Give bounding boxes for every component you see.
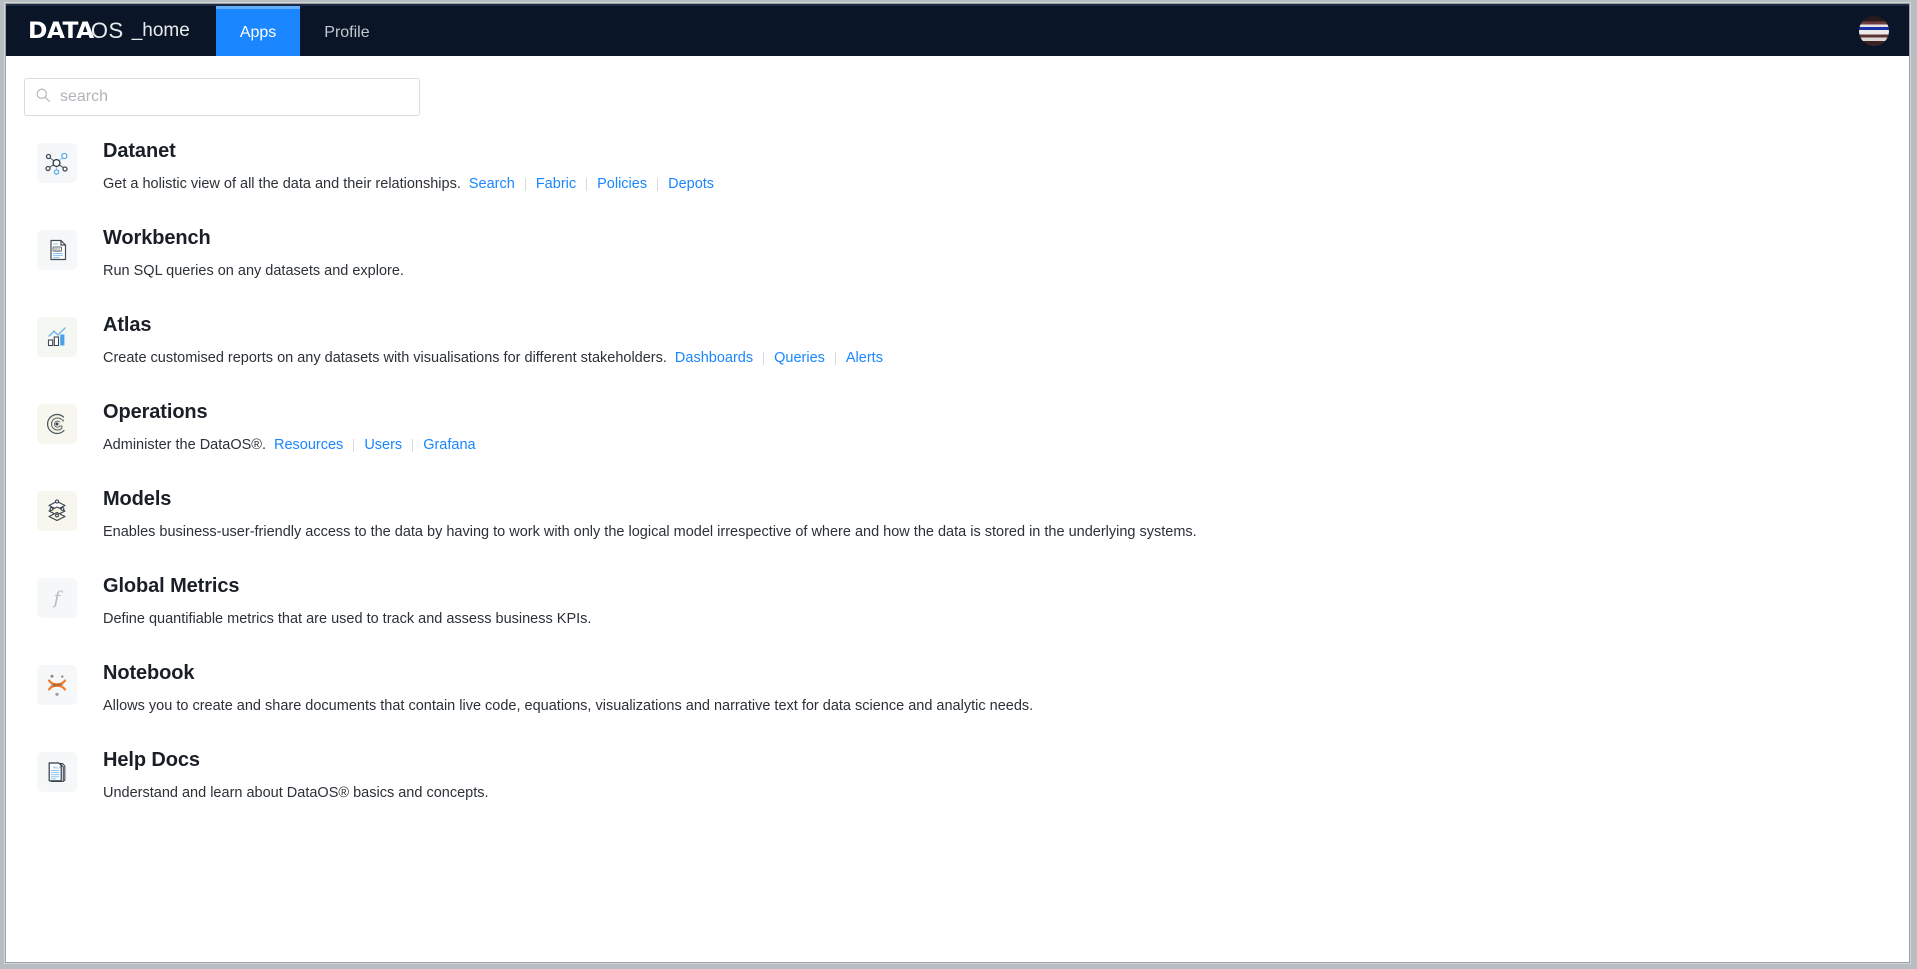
app-description: Understand and learn about DataOS® basic… <box>103 785 489 801</box>
app-row-operations[interactable]: Operations Administer the DataOS®. Resou… <box>6 399 1909 455</box>
app-row-models[interactable]: Models Enables business-user-friendly ac… <box>6 486 1909 542</box>
app-row-workbench[interactable]: SQL Workbench Run SQL queries on any dat… <box>6 225 1909 281</box>
app-description-line: Run SQL queries on any datasets and expl… <box>103 261 404 281</box>
tab-apps-label: Apps <box>239 23 277 41</box>
app-description: Administer the DataOS®. <box>103 437 266 453</box>
svg-text:SQL: SQL <box>54 247 61 251</box>
function-f-icon: f <box>37 578 77 618</box>
app-link-users[interactable]: Users <box>354 435 412 455</box>
app-body-global-metrics: Global Metrics Define quantifiable metri… <box>103 573 591 629</box>
app-body-datanet: Datanet Get a holistic view of all the d… <box>103 138 724 194</box>
app-title: Notebook <box>103 662 195 684</box>
app-link-resources[interactable]: Resources <box>274 435 353 455</box>
app-description-line: Define quantifiable metrics that are use… <box>103 609 591 629</box>
user-avatar[interactable] <box>1859 16 1889 46</box>
tab-profile[interactable]: Profile <box>300 6 393 56</box>
app-body-models: Models Enables business-user-friendly ac… <box>103 486 1197 542</box>
search-icon <box>35 87 51 108</box>
app-title: Atlas <box>103 314 152 336</box>
network-graph-icon <box>37 143 77 183</box>
app-row-notebook[interactable]: jupyter Notebook Allows you to create an… <box>6 660 1909 716</box>
app-description: Define quantifiable metrics that are use… <box>103 611 592 627</box>
app-description-line: Create customised reports on any dataset… <box>103 348 893 368</box>
search-input[interactable] <box>60 88 409 106</box>
app-title: Workbench <box>103 227 211 249</box>
app-list: Datanet Get a holistic view of all the d… <box>6 116 1909 803</box>
tab-profile-label: Profile <box>324 23 370 41</box>
app-description-line: Understand and learn about DataOS® basic… <box>103 783 489 803</box>
app-description: Get a holistic view of all the data and … <box>103 176 461 192</box>
app-description: Allows you to create and share documents… <box>103 698 1034 714</box>
app-row-help-docs[interactable]: HELP Help Docs Understand and learn abou… <box>6 747 1909 803</box>
app-title: Operations <box>103 401 208 423</box>
app-description-line: Allows you to create and share documents… <box>103 696 1033 716</box>
app-title: Datanet <box>103 140 176 162</box>
app-link-search[interactable]: Search <box>469 174 525 194</box>
browser-window: DATA OS _home Apps Profile search Datane… <box>5 3 1910 963</box>
app-description: Enables business-user-friendly access to… <box>103 524 1197 540</box>
app-link-alerts[interactable]: Alerts <box>836 348 893 368</box>
app-link-queries[interactable]: Queries <box>764 348 835 368</box>
app-links: Resources Users Grafana <box>274 435 486 455</box>
app-link-fabric[interactable]: Fabric <box>526 174 586 194</box>
app-body-notebook: Notebook Allows you to create and share … <box>103 660 1033 716</box>
search-area <box>6 56 1909 116</box>
help-document-icon: HELP <box>37 752 77 792</box>
app-description-line: Enables business-user-friendly access to… <box>103 522 1197 542</box>
layered-nodes-icon <box>37 491 77 531</box>
svg-text:f: f <box>52 588 64 609</box>
app-description: Create customised reports on any dataset… <box>103 350 667 366</box>
logo-home-text: _home <box>131 20 190 41</box>
nav-tabs: Apps Profile <box>215 6 394 56</box>
bar-chart-icon <box>37 317 77 357</box>
top-navigation-bar: DATA OS _home Apps Profile <box>6 4 1909 56</box>
app-description: Run SQL queries on any datasets and expl… <box>103 263 404 279</box>
svg-text:jupyter: jupyter <box>50 683 64 687</box>
svg-text:HELP: HELP <box>53 765 61 769</box>
dataos-home-logo[interactable]: DATA OS _home <box>6 6 216 56</box>
logo-data-text: DATA <box>28 18 94 44</box>
app-title: Models <box>103 488 172 510</box>
tab-apps[interactable]: Apps <box>215 6 301 56</box>
app-description-line: Administer the DataOS®. Resources Users … <box>103 435 486 455</box>
app-link-dashboards[interactable]: Dashboards <box>675 348 763 368</box>
app-links: Dashboards Queries Alerts <box>675 348 893 368</box>
app-link-policies[interactable]: Policies <box>587 174 657 194</box>
app-body-help-docs: Help Docs Understand and learn about Dat… <box>103 747 489 803</box>
app-title: Help Docs <box>103 749 200 771</box>
jupyter-icon: jupyter <box>37 665 77 705</box>
app-body-operations: Operations Administer the DataOS®. Resou… <box>103 399 486 455</box>
app-description-line: Get a holistic view of all the data and … <box>103 174 724 194</box>
app-body-atlas: Atlas Create customised reports on any d… <box>103 312 893 368</box>
main-content: Datanet Get a holistic view of all the d… <box>6 56 1909 962</box>
app-row-atlas[interactable]: Atlas Create customised reports on any d… <box>6 312 1909 368</box>
app-body-workbench: Workbench Run SQL queries on any dataset… <box>103 225 404 281</box>
app-links: Search Fabric Policies Depots <box>469 174 724 194</box>
app-row-global-metrics[interactable]: f Global Metrics Define quantifiable met… <box>6 573 1909 629</box>
sql-document-icon: SQL <box>37 230 77 270</box>
app-row-datanet[interactable]: Datanet Get a holistic view of all the d… <box>6 138 1909 194</box>
radar-icon <box>37 404 77 444</box>
search-box[interactable] <box>24 78 420 116</box>
app-link-grafana[interactable]: Grafana <box>413 435 485 455</box>
logo-os-text: OS <box>90 18 124 43</box>
app-link-depots[interactable]: Depots <box>658 174 724 194</box>
app-title: Global Metrics <box>103 575 240 597</box>
